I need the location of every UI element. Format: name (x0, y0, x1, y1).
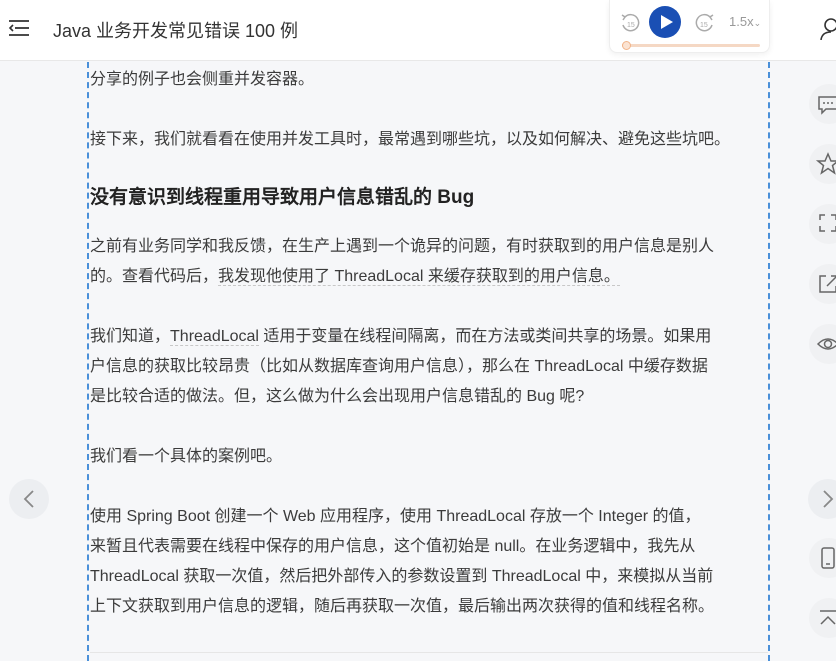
course-title: Java 业务开发常见错误 100 例 (53, 21, 299, 41)
chevron-left-icon (23, 490, 34, 508)
paragraph: 我们看一个具体的案例吧。 (90, 448, 283, 465)
text-span: 的。查看代码后， (90, 268, 219, 285)
paragraph-line: 使用 Spring Boot 创建一个 Web 应用程序，使用 ThreadLo… (90, 508, 701, 525)
play-icon (661, 15, 673, 29)
underlined-note[interactable]: 我发现他使用了 ThreadLocal 来缓存获取到的用户信息。 (218, 268, 620, 286)
favorite-button[interactable] (809, 144, 836, 184)
back-to-top-icon (820, 610, 836, 625)
underlined-note[interactable]: ThreadLocal (170, 328, 259, 346)
paragraph-line: 我们知道，ThreadLocal 适用于变量在线程间隔离，而在方法或类间共享的场… (90, 322, 768, 352)
rewind-15-icon[interactable]: 15 (619, 12, 641, 34)
forward-15-icon[interactable]: 15 (694, 12, 716, 34)
audio-player: 15 15 1.5x⌄ (609, 0, 770, 53)
paragraph-line: 户信息的获取比较昂贵（比如从数据库查询用户信息），那么在 ThreadLocal… (90, 358, 708, 375)
paragraph-line: 的。查看代码后，我发现他使用了 ThreadLocal 来缓存获取到的用户信息。 (90, 262, 768, 292)
play-button[interactable] (649, 6, 681, 38)
playback-speed[interactable]: 1.5x⌄ (729, 14, 761, 29)
text-span: 适用于变量在线程间隔离，而在方法或类间共享的场景。如果用 (258, 328, 712, 345)
share-icon (819, 275, 836, 293)
paragraph-line: 是比较合适的做法。但，这么做为什么会出现用户信息错乱的 Bug 呢? (90, 388, 585, 405)
comment-button[interactable] (809, 84, 836, 124)
rewind-label: 15 (627, 22, 635, 29)
article-content: 分享的例子也会侧重并发容器。 接下来，我们就看看在使用并发工具时，最常遇到哪些坑… (87, 62, 770, 661)
paragraph-line: ThreadLocal 获取一次值，然后把外部传入的参数设置到 ThreadLo… (90, 568, 714, 585)
eye-icon (816, 338, 836, 350)
mobile-button[interactable] (809, 538, 836, 578)
share-button[interactable] (809, 264, 836, 304)
fullscreen-icon (819, 214, 836, 232)
divider (90, 652, 768, 653)
progress-handle[interactable] (622, 41, 631, 50)
fullscreen-button[interactable] (809, 204, 836, 244)
section-heading: 没有意识到线程重用导致用户信息错乱的 Bug (90, 187, 475, 208)
user-icon[interactable] (818, 16, 836, 41)
top-bar: Java 业务开发常见错误 100 例 15 15 1.5x⌄ (0, 0, 836, 61)
view-toggle-button[interactable] (809, 324, 836, 364)
forward-label: 15 (700, 22, 708, 29)
paragraph-line: 之前有业务同学和我反馈，在生产上遇到一个诡异的问题，有时获取到的用户信息是别人 (90, 238, 715, 255)
chevron-down-icon: ⌄ (753, 18, 762, 28)
paragraph-line: 来暂且代表需要在线程中保存的用户信息，这个值初始是 null。在业务逻辑中，我先… (90, 538, 696, 555)
paragraph-line: 上下文获取到用户信息的逻辑，随后再获取一次值，最后输出两次获得的值和线程名称。 (90, 598, 715, 615)
comment-icon (818, 96, 836, 115)
next-chapter-button[interactable] (808, 479, 836, 519)
chevron-right-icon (823, 490, 834, 508)
speed-label: 1.5x (729, 14, 754, 29)
paragraph: 分享的例子也会侧重并发容器。 (90, 71, 315, 88)
back-to-top-button[interactable] (809, 598, 836, 638)
paragraph: 接下来，我们就看看在使用并发工具时，最常遇到哪些坑，以及如何解决、避免这些坑吧。 (90, 131, 731, 148)
progress-bar[interactable] (622, 41, 760, 50)
menu-icon[interactable] (8, 18, 30, 38)
star-icon (815, 152, 836, 175)
prev-chapter-button[interactable] (9, 479, 49, 519)
mobile-icon (821, 547, 835, 569)
text-span: 我们知道， (90, 328, 171, 345)
